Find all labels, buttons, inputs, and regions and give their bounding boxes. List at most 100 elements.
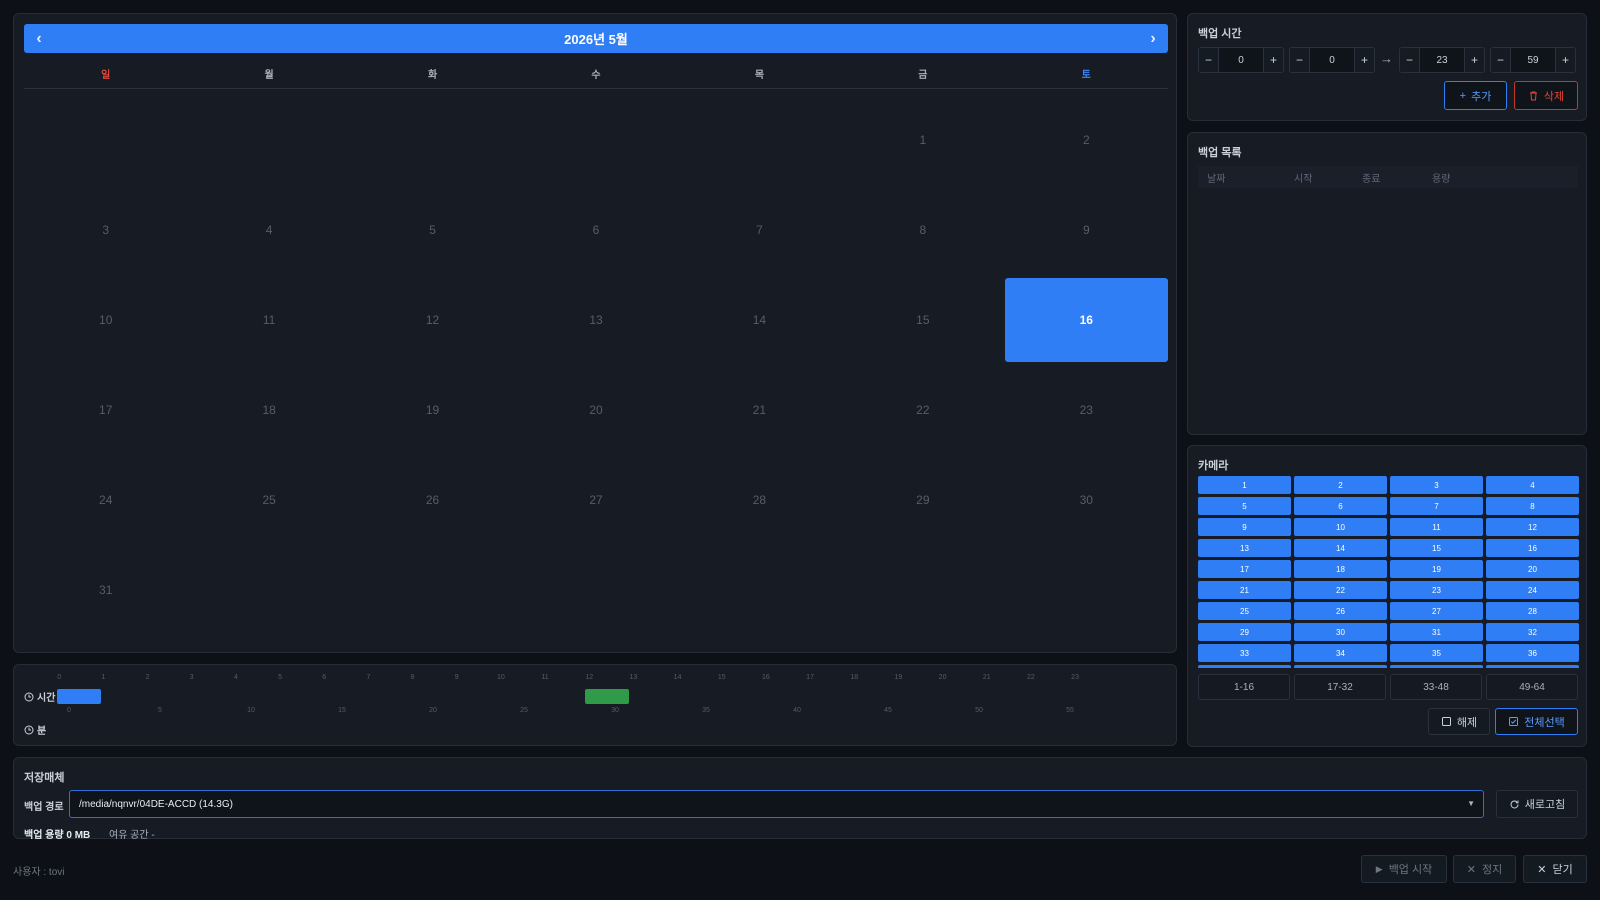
camera-button[interactable]: 34 bbox=[1294, 644, 1387, 662]
decrement-button[interactable]: − bbox=[1400, 48, 1419, 72]
camera-button[interactable]: 10 bbox=[1294, 518, 1387, 536]
calendar-day[interactable]: 26 bbox=[351, 458, 514, 542]
stop-button[interactable]: ✕ 정지 bbox=[1453, 855, 1516, 883]
start-minute-value[interactable]: 0 bbox=[1309, 48, 1355, 72]
calendar-day[interactable]: 21 bbox=[678, 368, 841, 452]
camera-button[interactable]: 25 bbox=[1198, 602, 1291, 620]
camera-button[interactable]: 19 bbox=[1390, 560, 1483, 578]
camera-button[interactable]: 37 bbox=[1198, 665, 1291, 668]
camera-button[interactable]: 36 bbox=[1486, 644, 1579, 662]
camera-button[interactable]: 39 bbox=[1390, 665, 1483, 668]
camera-button[interactable]: 26 bbox=[1294, 602, 1387, 620]
calendar-day[interactable]: 12 bbox=[351, 278, 514, 362]
chevron-left-icon[interactable]: ‹ bbox=[24, 24, 54, 53]
camera-button[interactable]: 23 bbox=[1390, 581, 1483, 599]
camera-button[interactable]: 28 bbox=[1486, 602, 1579, 620]
camera-button[interactable]: 13 bbox=[1198, 539, 1291, 557]
add-button[interactable]: + 추가 bbox=[1444, 81, 1507, 110]
decrement-button[interactable]: − bbox=[1491, 48, 1510, 72]
calendar-day[interactable]: 23 bbox=[1005, 368, 1168, 452]
recording-segment[interactable] bbox=[584, 689, 629, 704]
calendar-day[interactable]: 14 bbox=[678, 278, 841, 362]
camera-button[interactable]: 8 bbox=[1486, 497, 1579, 515]
camera-button[interactable]: 12 bbox=[1486, 518, 1579, 536]
camera-button[interactable]: 7 bbox=[1390, 497, 1483, 515]
decrement-button[interactable]: − bbox=[1199, 48, 1218, 72]
start-backup-button[interactable]: ▶ 백업 시작 bbox=[1361, 855, 1447, 883]
calendar-day[interactable]: 31 bbox=[24, 548, 187, 632]
calendar-day[interactable]: 24 bbox=[24, 458, 187, 542]
camera-button[interactable]: 27 bbox=[1390, 602, 1483, 620]
camera-button[interactable]: 24 bbox=[1486, 581, 1579, 599]
camera-button[interactable]: 40 bbox=[1486, 665, 1579, 668]
calendar-day[interactable]: 4 bbox=[187, 188, 350, 272]
calendar-day[interactable]: 25 bbox=[187, 458, 350, 542]
decrement-button[interactable]: − bbox=[1290, 48, 1309, 72]
increment-button[interactable]: + bbox=[1355, 48, 1374, 72]
end-minute-value[interactable]: 59 bbox=[1510, 48, 1556, 72]
camera-button[interactable]: 16 bbox=[1486, 539, 1579, 557]
calendar-day-selected[interactable]: 16 bbox=[1004, 278, 1168, 362]
camera-page-tab[interactable]: 49-64 bbox=[1486, 674, 1578, 700]
camera-button[interactable]: 30 bbox=[1294, 623, 1387, 641]
camera-button[interactable]: 2 bbox=[1294, 476, 1387, 494]
start-hour-value[interactable]: 0 bbox=[1218, 48, 1264, 72]
increment-button[interactable]: + bbox=[1556, 48, 1575, 72]
camera-button[interactable]: 4 bbox=[1486, 476, 1579, 494]
camera-button[interactable]: 1 bbox=[1198, 476, 1291, 494]
calendar-day[interactable]: 22 bbox=[841, 368, 1004, 452]
increment-button[interactable]: + bbox=[1465, 48, 1484, 72]
camera-button[interactable]: 29 bbox=[1198, 623, 1291, 641]
calendar-day[interactable]: 3 bbox=[24, 188, 187, 272]
calendar-day[interactable]: 5 bbox=[351, 188, 514, 272]
calendar-day[interactable]: 1 bbox=[841, 98, 1004, 182]
calendar-day[interactable]: 29 bbox=[841, 458, 1004, 542]
camera-button[interactable]: 31 bbox=[1390, 623, 1483, 641]
calendar-day[interactable]: 13 bbox=[514, 278, 677, 362]
backup-path-select[interactable]: /media/nqnvr/04DE-ACCD (14.3G) ▼ bbox=[69, 790, 1484, 818]
calendar-day[interactable]: 18 bbox=[187, 368, 350, 452]
refresh-button[interactable]: 새로고침 bbox=[1496, 790, 1578, 818]
calendar-day[interactable]: 6 bbox=[514, 188, 677, 272]
calendar-day[interactable]: 9 bbox=[1005, 188, 1168, 272]
select-all-button[interactable]: 전체선택 bbox=[1495, 708, 1578, 735]
camera-button[interactable]: 17 bbox=[1198, 560, 1291, 578]
delete-button[interactable]: 삭제 bbox=[1514, 81, 1578, 110]
camera-button[interactable]: 20 bbox=[1486, 560, 1579, 578]
deselect-button[interactable]: 해제 bbox=[1428, 708, 1490, 735]
recording-segment[interactable] bbox=[57, 689, 102, 704]
camera-button[interactable]: 33 bbox=[1198, 644, 1291, 662]
camera-button[interactable]: 9 bbox=[1198, 518, 1291, 536]
calendar-day[interactable]: 17 bbox=[24, 368, 187, 452]
close-button[interactable]: ✕ 닫기 bbox=[1523, 855, 1587, 883]
calendar-day[interactable]: 8 bbox=[841, 188, 1004, 272]
calendar-day[interactable]: 2 bbox=[1005, 98, 1168, 182]
camera-page-tab[interactable]: 1-16 bbox=[1198, 674, 1290, 700]
camera-button[interactable]: 6 bbox=[1294, 497, 1387, 515]
camera-button[interactable]: 5 bbox=[1198, 497, 1291, 515]
camera-button[interactable]: 11 bbox=[1390, 518, 1483, 536]
calendar-day[interactable]: 30 bbox=[1005, 458, 1168, 542]
calendar-day[interactable]: 20 bbox=[514, 368, 677, 452]
calendar-day[interactable]: 19 bbox=[351, 368, 514, 452]
camera-button[interactable]: 35 bbox=[1390, 644, 1483, 662]
calendar-day[interactable]: 11 bbox=[187, 278, 350, 362]
camera-page-tab[interactable]: 17-32 bbox=[1294, 674, 1386, 700]
end-hour-value[interactable]: 23 bbox=[1419, 48, 1465, 72]
calendar-day[interactable]: 7 bbox=[678, 188, 841, 272]
camera-page-tab[interactable]: 33-48 bbox=[1390, 674, 1482, 700]
camera-button[interactable]: 22 bbox=[1294, 581, 1387, 599]
chevron-right-icon[interactable]: › bbox=[1138, 24, 1168, 53]
calendar-day[interactable]: 27 bbox=[514, 458, 677, 542]
increment-button[interactable]: + bbox=[1264, 48, 1283, 72]
camera-button[interactable]: 3 bbox=[1390, 476, 1483, 494]
calendar-day[interactable]: 10 bbox=[24, 278, 187, 362]
camera-button[interactable]: 14 bbox=[1294, 539, 1387, 557]
camera-button[interactable]: 15 bbox=[1390, 539, 1483, 557]
calendar-day[interactable]: 15 bbox=[841, 278, 1004, 362]
camera-button[interactable]: 38 bbox=[1294, 665, 1387, 668]
camera-button[interactable]: 18 bbox=[1294, 560, 1387, 578]
camera-button[interactable]: 32 bbox=[1486, 623, 1579, 641]
camera-button[interactable]: 21 bbox=[1198, 581, 1291, 599]
calendar-day[interactable]: 28 bbox=[678, 458, 841, 542]
